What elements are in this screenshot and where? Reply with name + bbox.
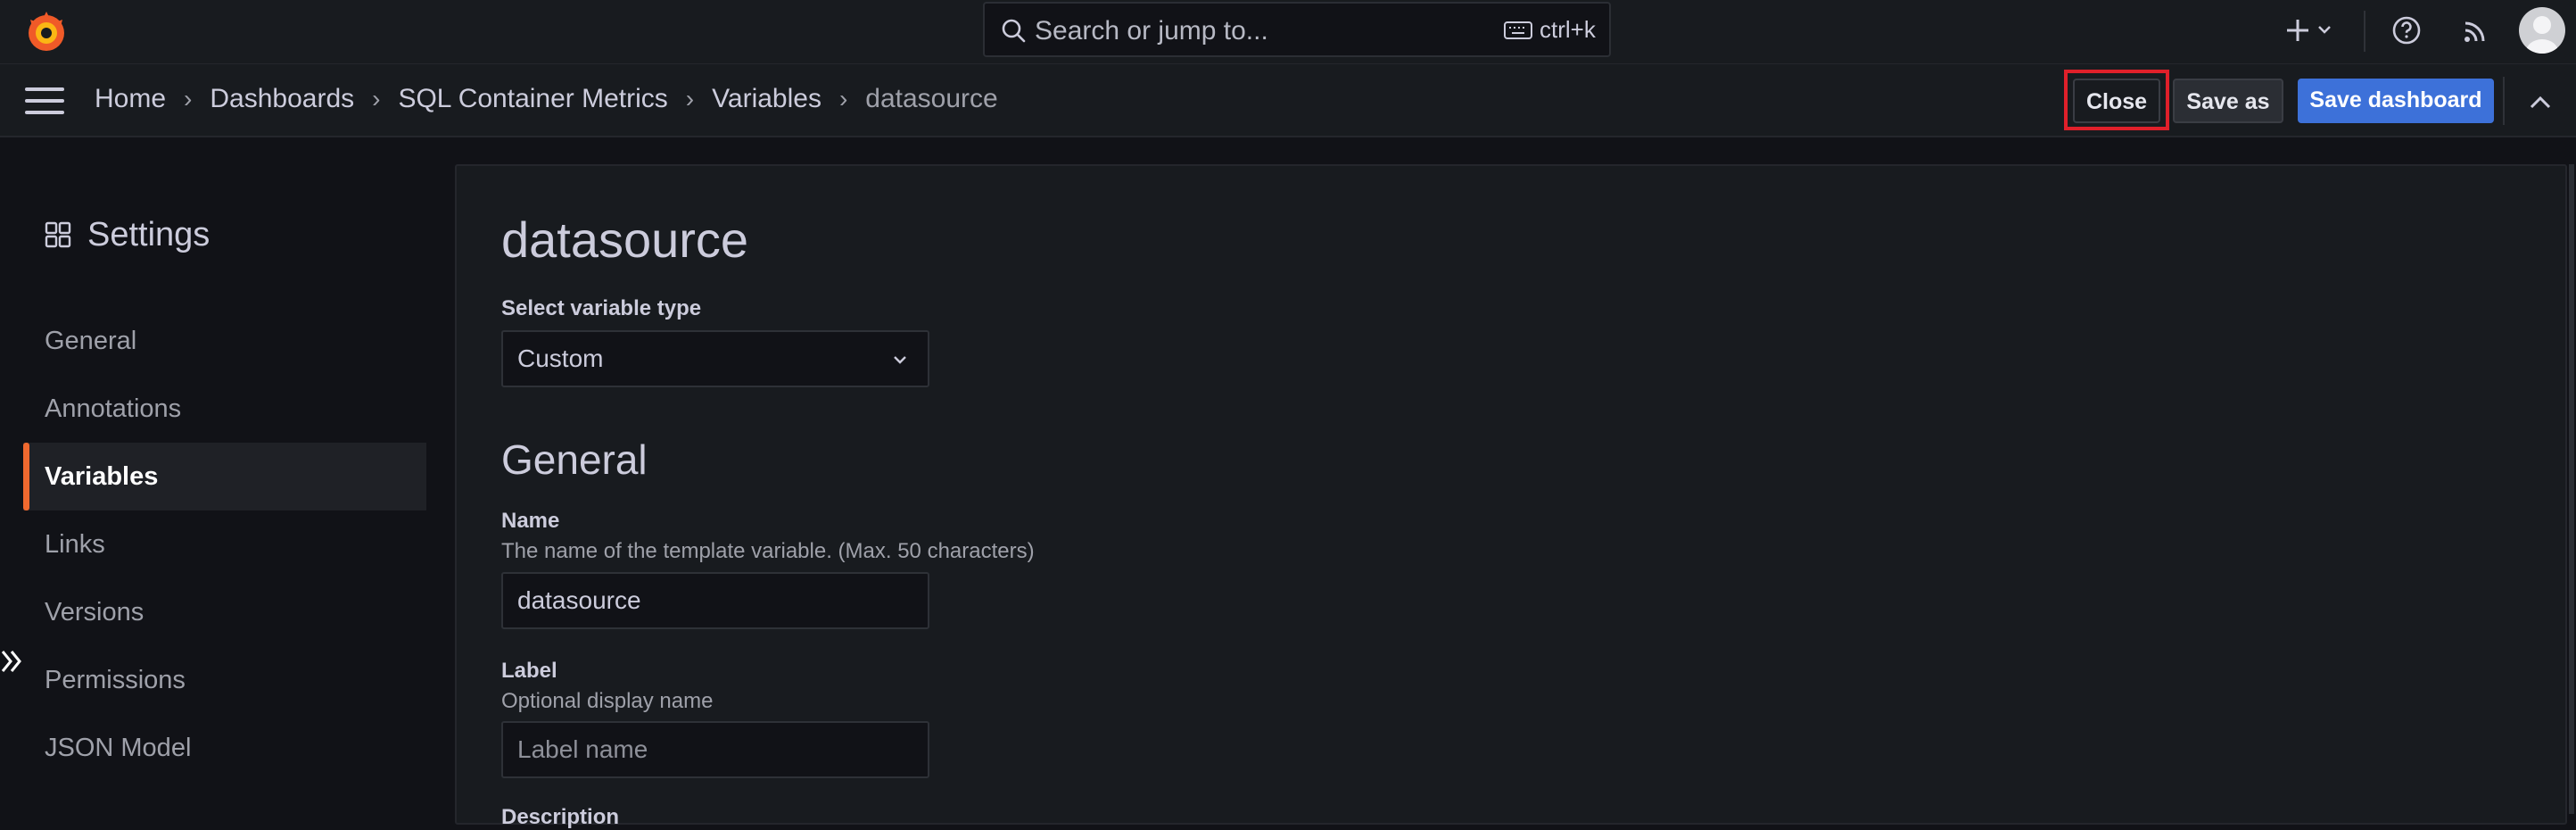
name-label: Name [501,509,560,533]
search-icon [1002,19,1026,43]
help-icon[interactable] [2390,14,2423,46]
search-shortcut: ctrl+k [1540,16,1596,43]
expand-sidebar-icon[interactable] [0,646,25,676]
user-avatar[interactable] [2519,7,2565,54]
breadcrumb-home[interactable]: Home [95,84,166,113]
grafana-logo-icon[interactable] [23,9,70,55]
variable-editor-panel: datasource Select variable type Custom G… [455,164,2567,829]
breadcrumb: Home › Dashboards › SQL Container Metrics › Va… [95,84,998,114]
sidebar-item-general[interactable]: General [23,307,426,375]
apps-grid-icon [45,221,71,248]
close-button[interactable]: Close [2073,79,2160,123]
variable-type-label: Select variable type [501,296,702,320]
breadcrumb-dashboards[interactable]: Dashboards [210,84,354,113]
general-section-heading: General [501,436,648,483]
settings-title: Settings [45,216,210,254]
save-dashboard-button[interactable]: Save dashboard [2298,79,2494,123]
breadcrumb-current: datasource [865,84,998,113]
sidebar-item-json-model[interactable]: JSON Model [23,714,426,782]
top-bar: Search or jump to... ctrl+k [0,0,2576,64]
chevron-down-icon [894,356,906,364]
search-placeholder: Search or jump to... [1035,16,1268,46]
divider [2503,77,2505,125]
breadcrumb-separator-icon: › [372,85,381,112]
sidebar-item-permissions[interactable]: Permissions [23,646,426,714]
sidebar-item-versions[interactable]: Versions [23,578,426,646]
label-description: Optional display name [501,689,714,713]
label-input[interactable]: Label name [501,721,929,778]
label-label: Label [501,659,557,683]
scrollbar[interactable] [2569,164,2574,814]
hamburger-menu-icon[interactable] [25,87,64,114]
breadcrumb-separator-icon: › [838,85,848,112]
breadcrumb-variables[interactable]: Variables [712,84,822,113]
new-menu-button[interactable] [2283,12,2341,48]
sidebar-item-annotations[interactable]: Annotations [23,375,426,443]
variable-type-select[interactable]: Custom [501,330,929,387]
name-description: The name of the template variable. (Max.… [501,539,1035,563]
rss-news-icon[interactable] [2460,14,2492,46]
breadcrumb-separator-icon: › [184,85,193,112]
sidebar-item-variables[interactable]: Variables [23,443,426,510]
keyboard-icon [1504,21,1532,39]
breadcrumb-separator-icon: › [685,85,695,112]
name-input[interactable]: datasource [501,572,929,629]
search-bar[interactable]: Search or jump to... ctrl+k [983,2,1611,57]
divider [2364,11,2365,52]
variable-heading: datasource [501,212,749,268]
save-as-button[interactable]: Save as [2173,79,2283,123]
chevron-up-icon[interactable] [2524,89,2556,114]
breadcrumb-dashboard[interactable]: SQL Container Metrics [398,84,667,113]
sidebar-item-links[interactable]: Links [23,510,426,578]
settings-sidebar: Settings General Annotations Variables L… [0,139,446,814]
description-label: Description [501,805,620,829]
